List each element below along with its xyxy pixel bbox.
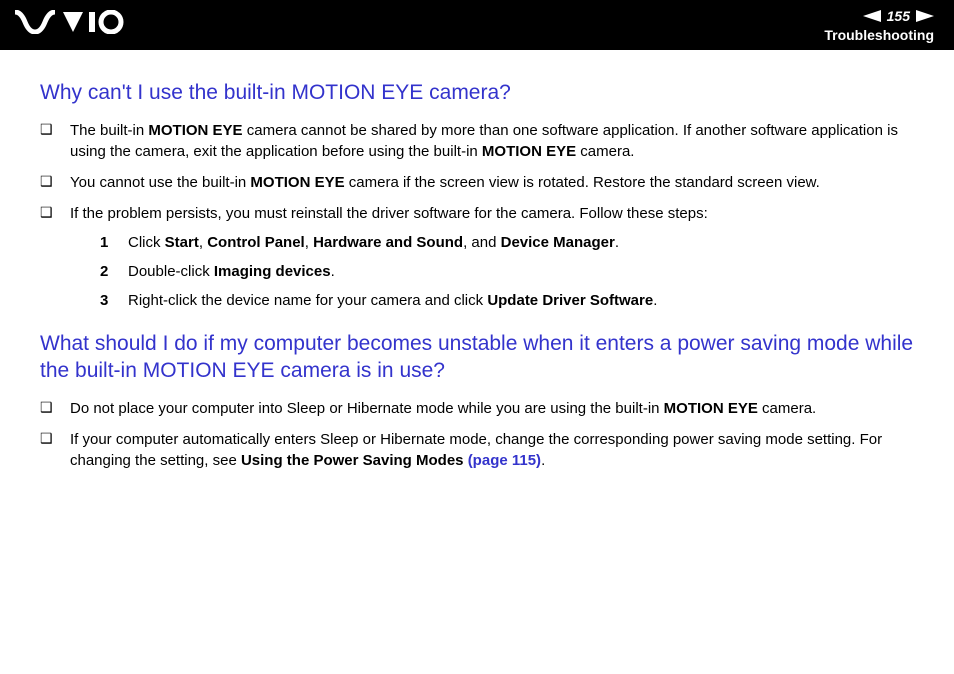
text: Click: [128, 234, 165, 251]
text-bold: Hardware and Sound: [313, 234, 463, 251]
page-header: 155 Troubleshooting: [0, 0, 954, 50]
text: camera.: [576, 143, 634, 160]
text-bold: Imaging devices: [214, 263, 331, 280]
text-bold: MOTION EYE: [482, 143, 576, 160]
text: ,: [199, 234, 207, 251]
page-nav: 155: [863, 8, 934, 24]
vaio-logo: [15, 10, 125, 41]
text: You cannot use the built-in: [70, 174, 250, 191]
text-bold: Start: [165, 234, 199, 251]
text-bold: Device Manager: [501, 234, 615, 251]
text: camera.: [758, 400, 816, 417]
list-item: Do not place your computer into Sleep or…: [40, 398, 914, 419]
step-number: 2: [100, 261, 108, 282]
step-item: 1 Click Start, Control Panel, Hardware a…: [100, 232, 914, 253]
section1-heading: Why can't I use the built-in MOTION EYE …: [40, 80, 914, 106]
page-number: 155: [887, 8, 910, 24]
steps-list: 1 Click Start, Control Panel, Hardware a…: [100, 232, 914, 311]
step-item: 3 Right-click the device name for your c…: [100, 290, 914, 311]
step-item: 2 Double-click Imaging devices.: [100, 261, 914, 282]
step-number: 1: [100, 232, 108, 253]
text: ,: [305, 234, 313, 251]
section2-heading: What should I do if my computer becomes …: [40, 331, 914, 384]
text: .: [653, 292, 657, 309]
list-item: You cannot use the built-in MOTION EYE c…: [40, 172, 914, 193]
text-bold: Control Panel: [207, 234, 305, 251]
section1-bullets: The built-in MOTION EYE camera cannot be…: [40, 120, 914, 311]
list-item: The built-in MOTION EYE camera cannot be…: [40, 120, 914, 162]
next-page-arrow-icon[interactable]: [916, 10, 934, 22]
text-bold: MOTION EYE: [148, 122, 242, 139]
text: .: [331, 263, 335, 280]
section2-bullets: Do not place your computer into Sleep or…: [40, 398, 914, 471]
text: The built-in: [70, 122, 148, 139]
page-link[interactable]: (page 115): [468, 452, 541, 469]
section-label: Troubleshooting: [824, 27, 934, 43]
page-content: Why can't I use the built-in MOTION EYE …: [0, 50, 954, 501]
text-bold: MOTION EYE: [664, 400, 758, 417]
text: Right-click the device name for your cam…: [128, 292, 487, 309]
text-bold: Using the Power Saving Modes: [241, 452, 468, 469]
text: If the problem persists, you must reinst…: [70, 205, 708, 222]
text: camera if the screen view is rotated. Re…: [345, 174, 820, 191]
text-bold: Update Driver Software: [487, 292, 653, 309]
text: .: [615, 234, 619, 251]
text: Do not place your computer into Sleep or…: [70, 400, 664, 417]
text: , and: [463, 234, 501, 251]
text: Double-click: [128, 263, 214, 280]
text-bold: MOTION EYE: [250, 174, 344, 191]
prev-page-arrow-icon[interactable]: [863, 10, 881, 22]
text: .: [541, 452, 545, 469]
list-item: If the problem persists, you must reinst…: [40, 203, 914, 311]
header-right: 155 Troubleshooting: [824, 8, 934, 43]
list-item: If your computer automatically enters Sl…: [40, 429, 914, 471]
step-number: 3: [100, 290, 108, 311]
